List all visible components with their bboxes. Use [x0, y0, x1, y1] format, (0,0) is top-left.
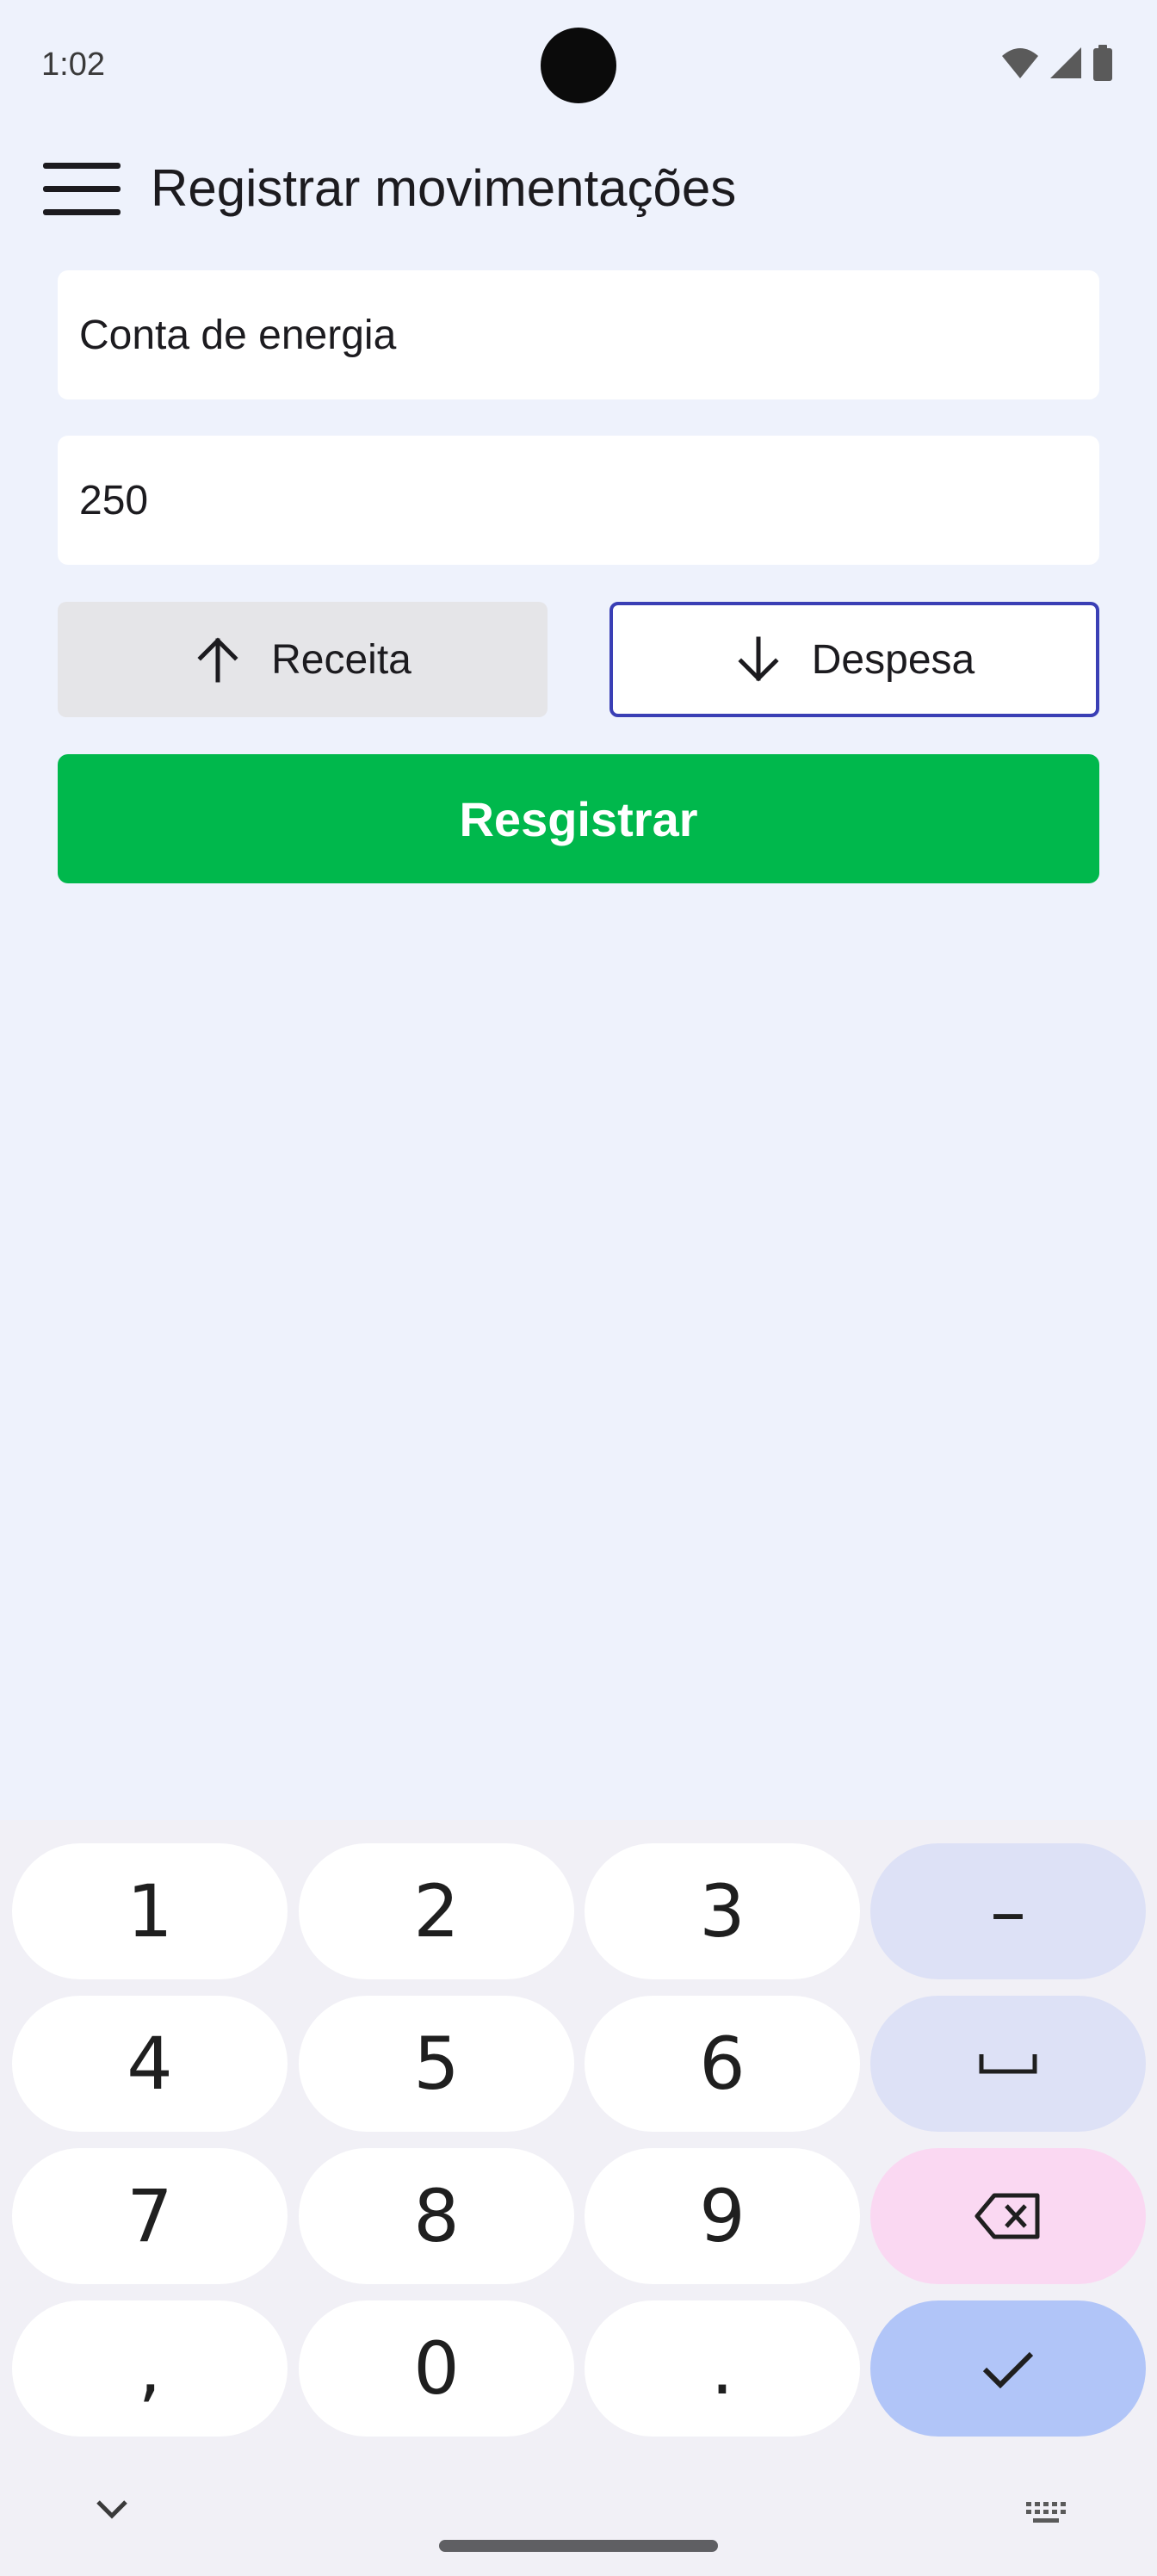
amount-input[interactable]: [58, 436, 1099, 565]
hide-keyboard-button[interactable]: [93, 2497, 131, 2525]
arrow-up-icon: [197, 637, 238, 683]
status-bar: 1:02: [0, 0, 1157, 129]
app-bar: Registrar movimentações: [0, 129, 1157, 250]
key-backspace[interactable]: [870, 2148, 1146, 2284]
key-space[interactable]: [870, 1996, 1146, 2132]
key-1[interactable]: 1: [12, 1843, 288, 1979]
key-7[interactable]: 7: [12, 2148, 288, 2284]
hamburger-menu-icon: [43, 163, 121, 215]
key-dot[interactable]: .: [585, 2300, 860, 2437]
key-comma[interactable]: ,: [12, 2300, 288, 2437]
income-button[interactable]: Receita: [58, 602, 548, 717]
key-5[interactable]: 5: [299, 1996, 574, 2132]
key-2[interactable]: 2: [299, 1843, 574, 1979]
arrow-down-icon: [738, 636, 779, 682]
status-time: 1:02: [41, 46, 105, 83]
key-0[interactable]: 0: [299, 2300, 574, 2437]
amount-field[interactable]: [58, 436, 1099, 565]
gesture-nav-handle[interactable]: [439, 2540, 718, 2552]
key-9[interactable]: 9: [585, 2148, 860, 2284]
key-enter[interactable]: [870, 2300, 1146, 2437]
key-8[interactable]: 8: [299, 2148, 574, 2284]
expense-button[interactable]: Despesa: [609, 602, 1099, 717]
register-button[interactable]: Resgistrar: [58, 754, 1099, 883]
check-icon: [982, 2351, 1034, 2388]
expense-label: Despesa: [811, 636, 975, 683]
key-6[interactable]: 6: [585, 1996, 860, 2132]
backspace-icon: [974, 2193, 1040, 2239]
key-4[interactable]: 4: [12, 1996, 288, 2132]
signal-icon: [1050, 47, 1081, 78]
description-input[interactable]: [58, 270, 1099, 399]
space-icon: [979, 2054, 1037, 2074]
status-icons: [1000, 45, 1114, 81]
camera-cutout: [541, 28, 616, 103]
menu-button[interactable]: [34, 155, 129, 224]
description-field[interactable]: [58, 270, 1099, 399]
keyboard-switch-button[interactable]: [1024, 2500, 1067, 2530]
key-minus[interactable]: –: [870, 1843, 1146, 1979]
wifi-icon: [1002, 48, 1038, 78]
page-title: Registrar movimentações: [151, 159, 737, 217]
key-3[interactable]: 3: [585, 1843, 860, 1979]
register-label: Resgistrar: [459, 791, 698, 846]
chevron-down-icon: [96, 2500, 127, 2519]
income-label: Receita: [271, 636, 411, 683]
battery-icon: [1093, 45, 1112, 81]
keyboard-icon: [1026, 2502, 1066, 2523]
